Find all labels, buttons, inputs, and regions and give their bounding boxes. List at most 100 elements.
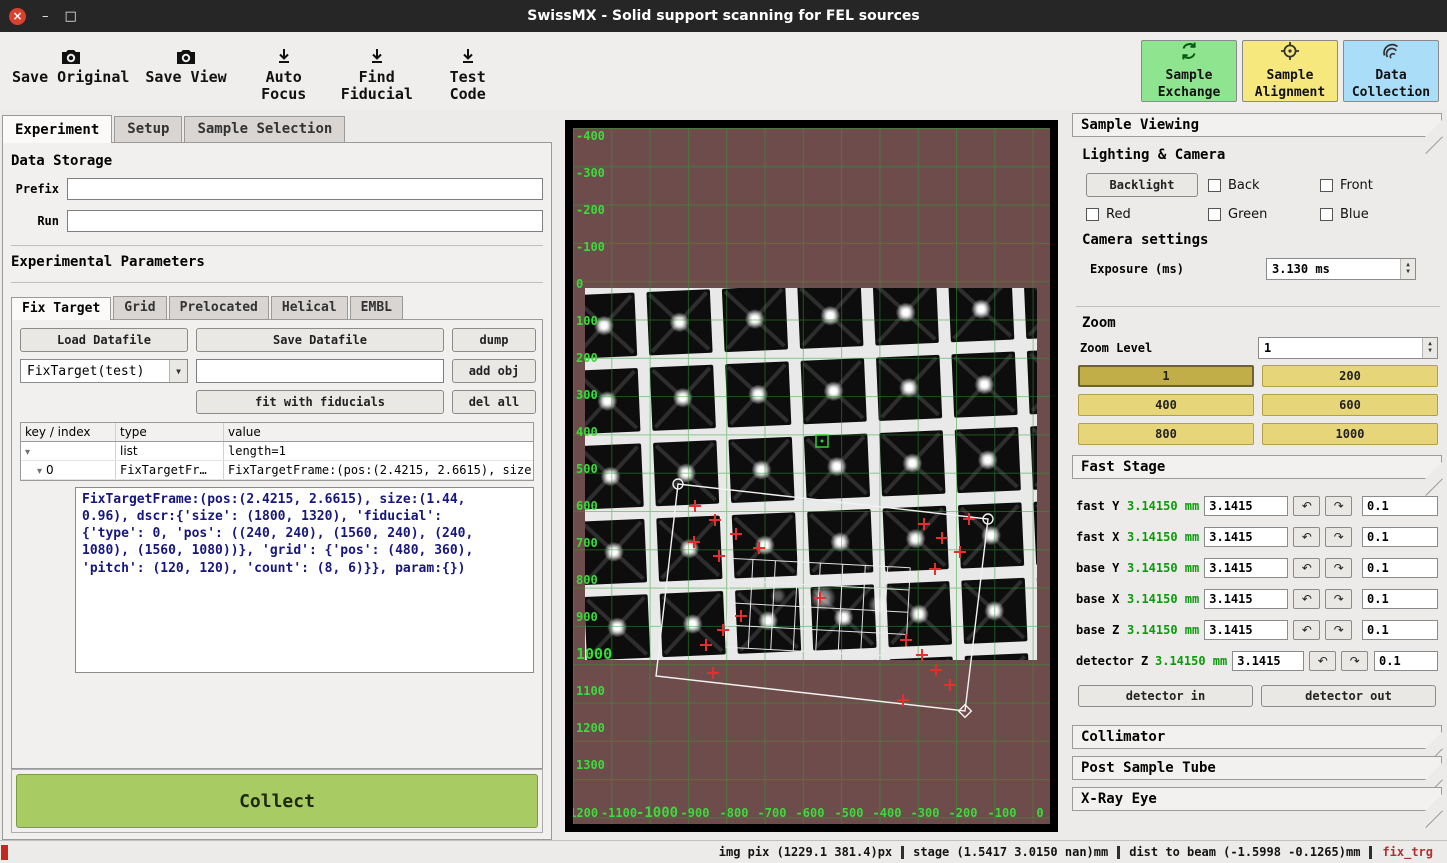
checkbox-box[interactable] — [1208, 208, 1221, 221]
test-code-button[interactable]: Test Code — [435, 36, 501, 106]
del-all-button[interactable]: del all — [452, 390, 536, 414]
auto-focus-button[interactable]: Auto Focus — [249, 36, 319, 106]
section-sample-viewing[interactable]: Sample Viewing — [1072, 113, 1442, 137]
axis-target-input[interactable] — [1204, 496, 1288, 516]
exposure-spinbox[interactable]: ▲ ▼ — [1266, 258, 1416, 280]
fix-target-tab-body: Load Datafile Save Datafile dump FixTarg… — [11, 319, 543, 769]
axis-target-input[interactable] — [1204, 527, 1288, 547]
checkbox-box[interactable] — [1086, 208, 1099, 221]
checkbox-box[interactable] — [1320, 179, 1333, 192]
zoom-preset-600[interactable]: 600 — [1262, 394, 1438, 416]
data-collection-label: Data Collection — [1344, 68, 1438, 101]
axis-step-input[interactable] — [1362, 496, 1438, 516]
save-original-button[interactable]: Save Original — [4, 36, 137, 106]
sample-exchange-button[interactable]: Sample Exchange — [1141, 40, 1237, 102]
nudge-ccw-icon[interactable]: ↶ — [1309, 651, 1336, 671]
axis-step-input[interactable] — [1362, 620, 1438, 640]
nudge-cw-icon[interactable]: ↷ — [1325, 527, 1352, 547]
table-row[interactable]: ▾0 FixTargetFr… FixTargetFrame:(pos:(2.4… — [21, 461, 533, 480]
nudge-cw-icon[interactable]: ↷ — [1325, 558, 1352, 578]
nudge-cw-icon[interactable]: ↷ — [1325, 620, 1352, 640]
green-checkbox[interactable]: Green — [1208, 207, 1320, 222]
blue-checkbox[interactable]: Blue — [1320, 207, 1432, 222]
axis-step-input[interactable] — [1374, 651, 1438, 671]
table-header-row: key / index type value — [21, 423, 533, 442]
dump-button[interactable]: dump — [452, 328, 536, 352]
nudge-ccw-icon[interactable]: ↶ — [1293, 496, 1320, 516]
maximize-icon[interactable]: □ — [65, 10, 77, 23]
nudge-cw-icon[interactable]: ↷ — [1341, 651, 1368, 671]
zoom-preset-400[interactable]: 400 — [1078, 394, 1254, 416]
collect-button[interactable]: Collect — [16, 774, 538, 828]
axis-step-input[interactable] — [1362, 558, 1438, 578]
tab-fix-target[interactable]: Fix Target — [11, 297, 111, 320]
axis-target-input[interactable] — [1204, 620, 1288, 640]
tab-helical[interactable]: Helical — [271, 296, 348, 319]
checkbox-box[interactable] — [1320, 208, 1333, 221]
table-row[interactable]: ▾ list length=1 — [21, 442, 533, 461]
tab-experiment[interactable]: Experiment — [2, 115, 112, 143]
nudge-cw-icon[interactable]: ↷ — [1325, 496, 1352, 516]
front-checkbox[interactable]: Front — [1320, 178, 1432, 193]
zoom-preset-1[interactable]: 1 — [1078, 365, 1254, 387]
nudge-ccw-icon[interactable]: ↶ — [1293, 589, 1320, 609]
chevron-down-icon[interactable]: ▼ — [169, 360, 187, 382]
tab-prelocated[interactable]: Prelocated — [169, 296, 269, 319]
data-collection-button[interactable]: Data Collection — [1343, 40, 1439, 102]
svg-text:0: 0 — [576, 277, 583, 291]
save-view-button[interactable]: Save View — [137, 36, 234, 106]
checkbox-box[interactable] — [1208, 179, 1221, 192]
tab-setup[interactable]: Setup — [114, 116, 182, 142]
axis-target-input[interactable] — [1204, 589, 1288, 609]
camera-image[interactable]: -400 -300 -200 -100 0 100 200 300 400 50… — [573, 128, 1050, 824]
tab-grid[interactable]: Grid — [113, 296, 166, 319]
section-x-ray-eye[interactable]: X-Ray Eye — [1072, 787, 1442, 811]
close-icon[interactable]: × — [9, 8, 26, 25]
column-header-type[interactable]: type — [116, 423, 224, 441]
zoom-preset-800[interactable]: 800 — [1078, 423, 1254, 445]
backlight-button[interactable]: Backlight — [1086, 173, 1198, 197]
column-header-key[interactable]: key / index — [21, 423, 116, 441]
nudge-ccw-icon[interactable]: ↶ — [1293, 558, 1320, 578]
zoom-preset-1000[interactable]: 1000 — [1262, 423, 1438, 445]
nudge-cw-icon[interactable]: ↷ — [1325, 589, 1352, 609]
axis-target-input[interactable] — [1204, 558, 1288, 578]
section-fast-stage[interactable]: Fast Stage — [1072, 455, 1442, 479]
save-datafile-button[interactable]: Save Datafile — [196, 328, 444, 352]
exposure-input[interactable] — [1267, 259, 1400, 279]
sample-alignment-button[interactable]: Sample Alignment — [1242, 40, 1338, 102]
prefix-input[interactable] — [67, 178, 543, 200]
spin-down-icon[interactable]: ▼ — [1406, 269, 1410, 276]
zoom-title: Zoom — [1082, 315, 1440, 331]
tab-sample-selection[interactable]: Sample Selection — [184, 116, 345, 142]
axis-step-input[interactable] — [1362, 589, 1438, 609]
nudge-ccw-icon[interactable]: ↶ — [1293, 527, 1320, 547]
red-checkbox[interactable]: Red — [1086, 207, 1208, 222]
fit-with-fiducials-button[interactable]: fit with fiducials — [196, 390, 444, 414]
tab-embl[interactable]: EMBL — [350, 296, 403, 319]
nudge-ccw-icon[interactable]: ↶ — [1293, 620, 1320, 640]
section-post-sample-tube[interactable]: Post Sample Tube — [1072, 756, 1442, 780]
detector-out-button[interactable]: detector out — [1261, 685, 1436, 707]
axis-target-input[interactable] — [1232, 651, 1304, 671]
object-type-combobox[interactable]: FixTarget(test) ▼ — [20, 359, 188, 383]
tree-expand-icon[interactable]: ▾ — [37, 466, 42, 477]
zoom-level-spinbox[interactable]: ▲ ▼ — [1258, 337, 1438, 359]
back-checkbox[interactable]: Back — [1208, 178, 1320, 193]
zoom-preset-200[interactable]: 200 — [1262, 365, 1438, 387]
column-header-value[interactable]: value — [224, 423, 533, 441]
camera-view[interactable]: -400 -300 -200 -100 0 100 200 300 400 50… — [565, 120, 1058, 832]
tree-expand-icon[interactable]: ▾ — [25, 447, 30, 458]
detector-in-button[interactable]: detector in — [1078, 685, 1253, 707]
target-icon — [1280, 41, 1300, 66]
minimize-icon[interactable]: – — [42, 10, 49, 23]
object-name-input[interactable] — [196, 359, 444, 383]
add-obj-button[interactable]: add obj — [452, 359, 536, 383]
zoom-level-input[interactable] — [1259, 338, 1422, 358]
find-fiducial-button[interactable]: Find Fiducial — [333, 36, 421, 106]
axis-step-input[interactable] — [1362, 527, 1438, 547]
run-input[interactable] — [67, 210, 543, 232]
section-collimator[interactable]: Collimator — [1072, 725, 1442, 749]
spin-down-icon[interactable]: ▼ — [1428, 348, 1432, 355]
load-datafile-button[interactable]: Load Datafile — [20, 328, 188, 352]
